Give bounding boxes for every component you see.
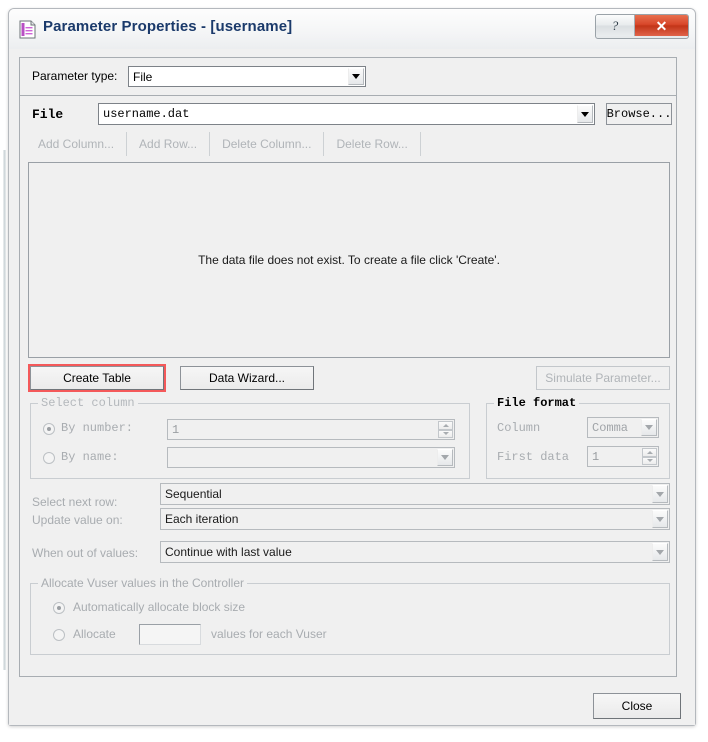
close-icon[interactable]: ✕: [635, 15, 688, 36]
by-number-label: By number:: [61, 421, 134, 435]
file-value: username.dat: [103, 107, 190, 121]
close-button[interactable]: Close: [593, 693, 681, 719]
by-name-label: By name:: [61, 450, 119, 464]
data-wizard-button[interactable]: Data Wizard...: [180, 366, 314, 390]
column-separator-value: Comma: [592, 420, 629, 435]
parameter-properties-dialog: Parameter Properties - [username] ? ✕ Pa…: [8, 8, 696, 726]
create-table-button[interactable]: Create Table: [30, 366, 164, 390]
add-column-button[interactable]: Add Column...: [26, 132, 128, 156]
file-row: File username.dat Browse...: [20, 96, 676, 132]
first-data-stepper[interactable]: [642, 448, 657, 465]
by-name-radio[interactable]: [43, 452, 55, 464]
dialog-body: Parameter type: File File username.dat B…: [9, 49, 695, 725]
parameter-type-label: Parameter type:: [32, 69, 118, 83]
column-separator-combo[interactable]: Comma: [587, 417, 659, 438]
select-next-row-value: Sequential: [165, 487, 222, 501]
stepper-down-icon[interactable]: [438, 429, 453, 438]
stepper-up-icon[interactable]: [642, 448, 657, 457]
add-row-button[interactable]: Add Row...: [127, 132, 211, 156]
by-name-combo[interactable]: [167, 447, 455, 468]
manual-allocate-label: Allocate: [73, 627, 116, 641]
browse-button[interactable]: Browse...: [606, 103, 672, 125]
stepper-down-icon[interactable]: [642, 456, 657, 465]
by-number-radio[interactable]: [43, 423, 55, 435]
update-value-on-combo[interactable]: Each iteration: [160, 508, 670, 530]
file-format-title: File format: [494, 396, 580, 410]
select-column-group: Select column By number: 1 By name:: [30, 396, 470, 479]
allocate-vuser-group: Allocate Vuser values in the Controller …: [30, 576, 670, 655]
auto-allocate-radio[interactable]: [53, 602, 65, 614]
manual-allocate-radio[interactable]: [53, 629, 65, 641]
when-out-of-values-combo[interactable]: Continue with last value: [160, 541, 670, 563]
file-format-group: File format Column Comma First data 1: [486, 396, 670, 479]
chevron-down-icon[interactable]: [348, 68, 364, 85]
auto-allocate-label: Automatically allocate block size: [73, 600, 246, 614]
by-number-stepper[interactable]: [438, 421, 453, 438]
chevron-down-icon[interactable]: [652, 485, 668, 503]
chevron-down-icon[interactable]: [652, 510, 668, 528]
chevron-down-icon[interactable]: [641, 419, 657, 436]
first-data-value: 1: [592, 449, 600, 464]
background-window-edge: [3, 150, 6, 670]
window-controls: ? ✕: [595, 14, 689, 39]
when-out-of-values-value: Continue with last value: [165, 545, 292, 559]
parameter-type-combo[interactable]: File: [128, 66, 366, 87]
simulate-parameter-button[interactable]: Simulate Parameter...: [536, 366, 670, 390]
file-label: File: [32, 107, 64, 122]
select-next-row-combo[interactable]: Sequential: [160, 483, 670, 505]
delete-row-button[interactable]: Delete Row...: [324, 132, 421, 156]
parameter-type-row: Parameter type: File: [20, 58, 676, 96]
file-combo[interactable]: username.dat: [98, 103, 595, 125]
chevron-down-icon[interactable]: [652, 543, 668, 561]
select-column-title: Select column: [38, 396, 138, 410]
table-toolbar: Add Column... Add Row... Delete Column..…: [26, 132, 421, 158]
allocate-group-title: Allocate Vuser values in the Controller: [38, 576, 247, 590]
data-empty-message: The data file does not exist. To create …: [198, 253, 500, 267]
help-button[interactable]: ?: [596, 15, 635, 36]
first-data-input[interactable]: 1: [587, 446, 659, 467]
parameter-file-icon: [19, 20, 36, 39]
window-title: Parameter Properties - [username]: [43, 18, 293, 35]
update-value-on-label: Update value on:: [32, 513, 123, 527]
update-value-on-value: Each iteration: [165, 512, 239, 526]
chevron-down-icon[interactable]: [577, 105, 593, 123]
by-number-input[interactable]: 1: [167, 419, 455, 440]
first-data-label: First data: [497, 450, 570, 464]
by-number-value: 1: [172, 422, 180, 437]
chevron-down-icon[interactable]: [437, 449, 453, 466]
data-display-area: The data file does not exist. To create …: [28, 162, 670, 358]
stepper-up-icon[interactable]: [438, 421, 453, 430]
title-bar: Parameter Properties - [username] ? ✕: [9, 9, 695, 49]
delete-column-button[interactable]: Delete Column...: [210, 132, 325, 156]
when-out-of-values-label: When out of values:: [32, 546, 139, 560]
column-label: Column: [497, 421, 541, 435]
parameter-type-value: File: [133, 69, 153, 84]
allocate-value-input[interactable]: [139, 624, 201, 645]
select-next-row-label: Select next row:: [32, 495, 118, 509]
allocate-suffix-label: values for each Vuser: [211, 627, 327, 641]
main-panel: Parameter type: File File username.dat B…: [19, 57, 677, 677]
